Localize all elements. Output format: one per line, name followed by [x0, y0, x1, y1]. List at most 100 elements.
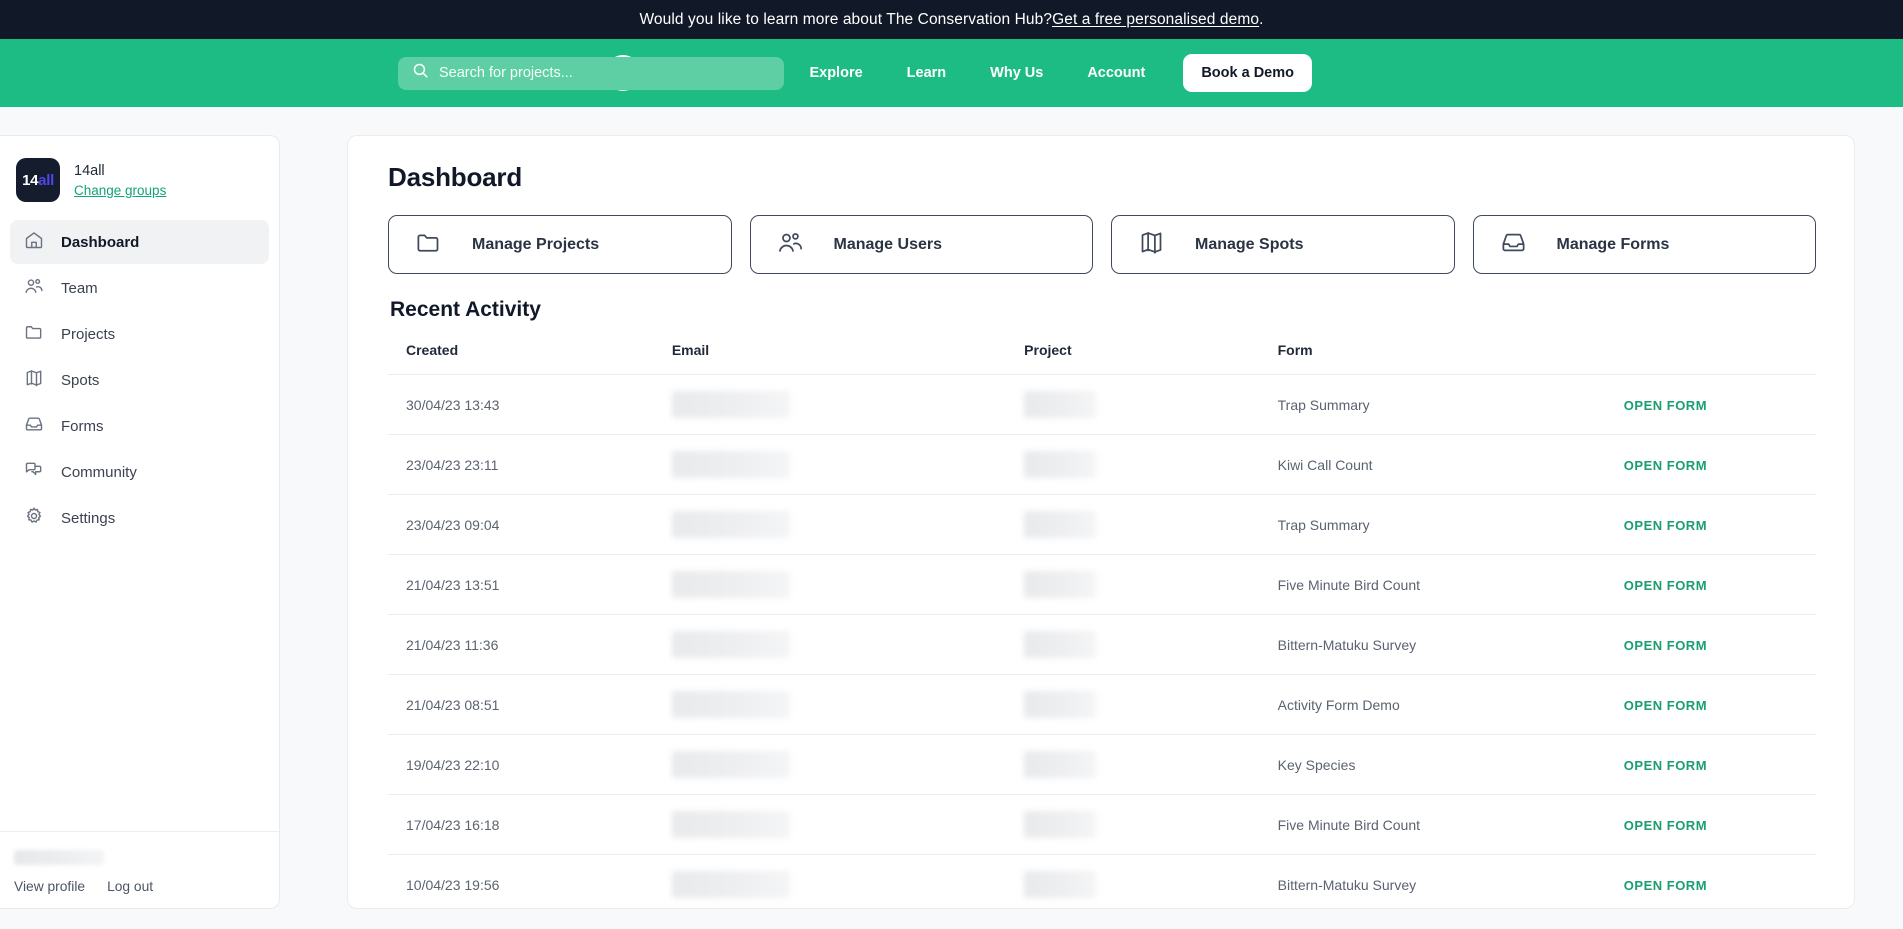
sidebar-item-team[interactable]: Team — [10, 266, 269, 310]
avatar-text-primary: 14 — [22, 171, 39, 189]
org-name: 14all — [74, 163, 105, 180]
cell-email — [653, 554, 1007, 615]
cell-form: Key Species — [1259, 734, 1606, 795]
map-icon — [24, 368, 44, 392]
redacted-project — [1024, 811, 1097, 838]
open-form-link[interactable]: OPEN FORM — [1624, 758, 1707, 773]
open-form-link[interactable]: OPEN FORM — [1624, 878, 1707, 893]
sidebar-item-label: Forms — [61, 417, 104, 435]
cell-project — [1006, 614, 1260, 675]
org-avatar: 14 all — [16, 158, 60, 202]
nav-item-learn[interactable]: Learn — [885, 65, 969, 81]
book-a-demo-button[interactable]: Book a Demo — [1183, 54, 1312, 92]
manage-projects-card[interactable]: Manage Projects — [388, 215, 732, 274]
table-row: 19/04/23 22:10 Key Species OPEN FORM — [388, 734, 1816, 795]
cell-form: Bittern-Matuku Survey — [1259, 854, 1606, 908]
cell-email — [653, 614, 1007, 675]
card-label: Manage Users — [833, 235, 943, 253]
change-groups-link[interactable]: Change groups — [74, 183, 166, 198]
table-row: 21/04/23 11:36 Bittern-Matuku Survey OPEN … — [388, 614, 1816, 675]
redacted-email — [671, 391, 790, 418]
cell-action: OPEN FORM — [1605, 614, 1816, 675]
cell-project — [1006, 434, 1260, 495]
cell-action: OPEN FORM — [1605, 494, 1816, 555]
inbox-icon — [1500, 229, 1527, 261]
redacted-project — [1024, 451, 1097, 478]
redacted-project — [1024, 691, 1097, 718]
sidebar-nav: Dashboard Team Projects Spots Forms Comm… — [0, 220, 279, 831]
sidebar-footer: View profile Log out — [0, 831, 279, 908]
users-icon — [777, 229, 804, 261]
sidebar-item-label: Dashboard — [61, 233, 140, 251]
cell-form: Kiwi Call Count — [1259, 434, 1606, 495]
recent-activity-table: Created Email Project Form 30/04/23 13:4… — [388, 342, 1816, 908]
sidebar: 14 all 14all Change groups Dashboard Team — [0, 135, 280, 909]
view-profile-link[interactable]: View profile — [14, 879, 85, 894]
column-header-action — [1606, 342, 1816, 375]
open-form-link[interactable]: OPEN FORM — [1624, 398, 1707, 413]
sidebar-item-settings[interactable]: Settings — [10, 496, 269, 540]
redacted-project — [1024, 511, 1097, 538]
table-row: 17/04/23 16:18 Five Minute Bird Count OPEN… — [388, 794, 1816, 855]
announcement-trailing: . — [1259, 10, 1264, 28]
cell-form: Five Minute Bird Count — [1259, 554, 1606, 615]
sidebar-item-label: Settings — [61, 509, 116, 527]
card-label: Manage Forms — [1556, 235, 1670, 253]
manage-spots-card[interactable]: Manage Spots — [1111, 215, 1455, 274]
open-form-link[interactable]: OPEN FORM — [1624, 578, 1707, 593]
search-input[interactable]: Search for projects... — [398, 56, 784, 90]
cell-action: OPEN FORM — [1605, 554, 1816, 615]
sidebar-item-projects[interactable]: Projects — [10, 312, 269, 356]
cell-created: 23/04/23 23:11 — [388, 434, 654, 495]
table-row: 23/04/23 23:11 Kiwi Call Count OPEN FORM — [388, 434, 1816, 495]
cell-project — [1006, 494, 1260, 555]
folder-icon — [24, 322, 44, 346]
nav-item-why-us[interactable]: Why Us — [968, 65, 1065, 81]
section-title-recent-activity: Recent Activity — [390, 298, 541, 321]
page-body: 14 all 14all Change groups Dashboard Team — [0, 107, 1903, 929]
inbox-icon — [24, 414, 44, 438]
nav-item-explore[interactable]: Explore — [787, 65, 884, 81]
page-title: Dashboard — [388, 162, 523, 192]
column-header-project: Project — [1024, 342, 1072, 358]
redacted-email — [671, 751, 790, 778]
cell-created: 23/04/23 09:04 — [388, 494, 654, 555]
manage-users-card[interactable]: Manage Users — [749, 215, 1093, 274]
nav-item-account[interactable]: Account — [1065, 65, 1167, 81]
cell-created: 17/04/23 16:18 — [388, 794, 654, 855]
open-form-link[interactable]: OPEN FORM — [1624, 638, 1707, 653]
cell-project — [1006, 374, 1260, 435]
redacted-email — [671, 631, 790, 658]
cell-email — [653, 434, 1007, 495]
sidebar-item-label: Team — [61, 279, 98, 297]
open-form-link[interactable]: OPEN FORM — [1624, 698, 1707, 713]
table-row: 10/04/23 19:56 Bittern-Matuku Survey OPEN … — [388, 854, 1816, 908]
search-placeholder: Search for projects... — [439, 65, 573, 81]
column-header-created: Created — [406, 342, 459, 358]
chat-icon — [24, 460, 44, 484]
redacted-project — [1024, 631, 1097, 658]
sidebar-item-forms[interactable]: Forms — [10, 404, 269, 448]
cell-project — [1006, 674, 1260, 735]
table-header-row: Created Email Project Form — [388, 342, 1816, 375]
redacted-project — [1024, 391, 1097, 418]
cell-created: 30/04/23 13:43 — [388, 374, 654, 435]
sidebar-item-spots[interactable]: Spots — [10, 358, 269, 402]
redacted-email — [671, 871, 790, 898]
open-form-link[interactable]: OPEN FORM — [1624, 518, 1707, 533]
cell-created: 19/04/23 22:10 — [388, 734, 654, 795]
sidebar-item-dashboard[interactable]: Dashboard — [10, 220, 269, 264]
recent-activity-body: 30/04/23 13:43 Trap Summary OPEN FORM 23/04… — [388, 374, 1816, 908]
open-form-link[interactable]: OPEN FORM — [1624, 458, 1707, 473]
sidebar-item-community[interactable]: Community — [10, 450, 269, 494]
cell-email — [653, 494, 1007, 555]
header-nav-links: Explore Learn Why Us Account Book a Demo — [787, 54, 1312, 92]
redacted-project — [1024, 871, 1097, 898]
manage-forms-card[interactable]: Manage Forms — [1472, 215, 1816, 274]
announcement-link[interactable]: Get a free personalised demo — [1052, 11, 1259, 29]
log-out-link[interactable]: Log out — [107, 879, 153, 894]
cell-action: OPEN FORM — [1605, 374, 1816, 435]
cell-action: OPEN FORM — [1605, 734, 1816, 795]
open-form-link[interactable]: OPEN FORM — [1624, 818, 1707, 833]
announcement-bar: Would you like to learn more about The C… — [0, 0, 1903, 39]
